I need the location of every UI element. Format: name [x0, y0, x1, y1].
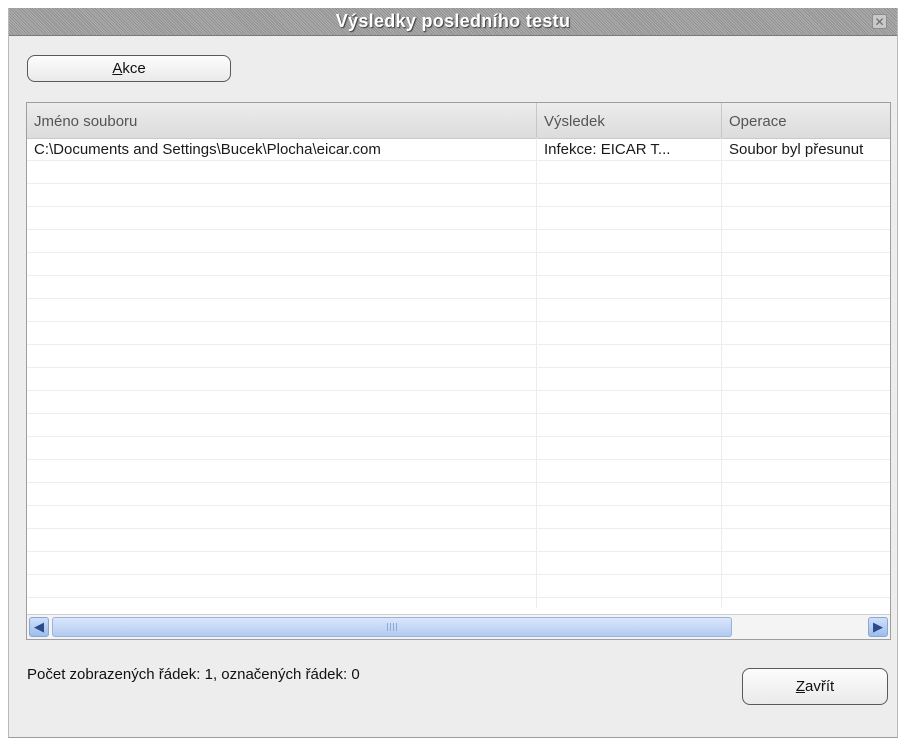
- empty-row: [27, 368, 890, 391]
- empty-row: [27, 207, 890, 230]
- cell-file: C:\Documents and Settings\Bucek\Plocha\e…: [34, 141, 381, 158]
- empty-row: [27, 299, 890, 322]
- akce-button-label: kce: [122, 60, 146, 77]
- empty-row: [27, 230, 890, 253]
- scroll-left-icon[interactable]: ◀: [29, 617, 49, 637]
- cell-operation: Soubor byl přesunut: [729, 141, 864, 158]
- table-row[interactable]: C:\Documents and Settings\Bucek\Plocha\e…: [27, 138, 890, 161]
- empty-row: [27, 483, 890, 506]
- cell-result: Infekce: EICAR T...: [544, 141, 671, 158]
- column-header-result[interactable]: Výsledek: [537, 103, 722, 138]
- empty-row: [27, 460, 890, 483]
- close-icon[interactable]: ✕: [872, 14, 887, 29]
- horizontal-scrollbar[interactable]: ◀ ▶: [27, 614, 890, 639]
- empty-row: [27, 276, 890, 299]
- empty-row: [27, 506, 890, 529]
- close-button-accel: Z: [795, 678, 805, 695]
- empty-row: [27, 437, 890, 460]
- empty-row: [27, 598, 890, 608]
- empty-row: [27, 391, 890, 414]
- empty-row: [27, 322, 890, 345]
- table-header: Jméno souboru Výsledek Operace: [27, 103, 890, 139]
- empty-row: [27, 575, 890, 598]
- table-body: C:\Documents and Settings\Bucek\Plocha\e…: [27, 138, 890, 608]
- close-button-label: avřít: [804, 678, 835, 695]
- results-table[interactable]: Jméno souboru Výsledek Operace C:\Docume…: [26, 102, 891, 640]
- akce-button-accel: A: [112, 60, 123, 77]
- close-button[interactable]: Zavřít: [742, 668, 888, 705]
- empty-row: [27, 253, 890, 276]
- scroll-right-icon[interactable]: ▶: [868, 617, 888, 637]
- row-count-status: Počet zobrazených řádek: 1, označených ř…: [27, 666, 360, 683]
- empty-row: [27, 161, 890, 184]
- title-bar[interactable]: Výsledky posledního testu ✕: [9, 8, 897, 36]
- empty-row: [27, 529, 890, 552]
- akce-button[interactable]: Akce: [27, 55, 231, 82]
- empty-row: [27, 414, 890, 437]
- scrollbar-grip-icon: [387, 623, 397, 631]
- empty-row: [27, 552, 890, 575]
- empty-row: [27, 184, 890, 207]
- empty-row: [27, 345, 890, 368]
- column-header-operation[interactable]: Operace: [722, 103, 890, 138]
- window-title: Výsledky posledního testu: [335, 11, 571, 31]
- scrollbar-thumb[interactable]: [52, 617, 732, 637]
- dialog-window: Výsledky posledního testu ✕ Akce Jméno s…: [8, 8, 898, 738]
- column-header-file[interactable]: Jméno souboru: [27, 103, 537, 138]
